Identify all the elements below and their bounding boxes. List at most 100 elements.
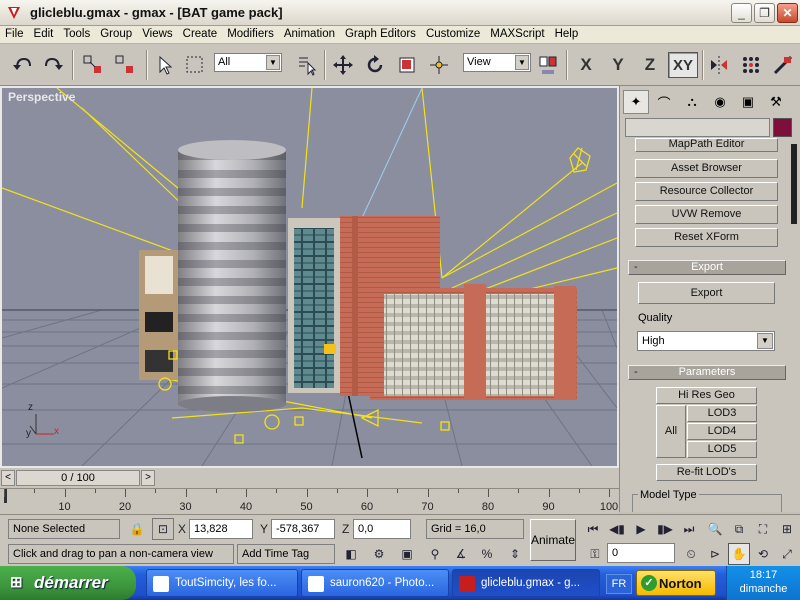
use-pivot-center-button[interactable]: [535, 50, 561, 80]
move-button[interactable]: [330, 50, 356, 80]
reset-xform-button[interactable]: Reset XForm: [635, 228, 778, 247]
angle-snap-button[interactable]: ∡: [450, 543, 472, 565]
zoom-button[interactable]: 🔍: [704, 518, 726, 540]
restrict-x-button[interactable]: X: [573, 52, 599, 78]
tab-modify[interactable]: ⌒: [651, 90, 677, 114]
lod4-button[interactable]: LOD4: [687, 423, 757, 440]
time-prev-button[interactable]: <: [1, 470, 15, 486]
previous-frame-button[interactable]: ◀▮: [606, 518, 628, 540]
scale-button[interactable]: [394, 50, 420, 80]
menu-maxscript[interactable]: MAXScript: [485, 26, 549, 43]
array-button[interactable]: [738, 50, 764, 80]
goto-end-button[interactable]: ⏭: [678, 518, 700, 540]
language-indicator[interactable]: FR: [606, 574, 632, 594]
menu-create[interactable]: Create: [178, 26, 223, 43]
menu-views[interactable]: Views: [137, 26, 177, 43]
menu-modifiers[interactable]: Modifiers: [222, 26, 279, 43]
rotate-button[interactable]: [362, 50, 388, 80]
key-mode-button[interactable]: ⚿: [584, 543, 606, 565]
time-slider-thumb[interactable]: 0 / 100: [16, 470, 140, 486]
fov-button[interactable]: ⊳: [704, 543, 726, 565]
menu-tools[interactable]: Tools: [58, 26, 95, 43]
next-frame-button[interactable]: ▮▶: [654, 518, 676, 540]
timeline-ruler[interactable]: 10 20 30 40 50 60 70 80 90 100: [0, 488, 619, 514]
menu-group[interactable]: Group: [95, 26, 137, 43]
menu-help[interactable]: Help: [550, 26, 584, 43]
animate-button[interactable]: Animate: [530, 519, 576, 561]
panel-scrollbar[interactable]: [791, 144, 797, 224]
reference-coordinate-dropdown[interactable]: View ▼: [463, 53, 531, 72]
lod5-button[interactable]: LOD5: [687, 441, 757, 458]
undo-button[interactable]: [10, 50, 36, 80]
resource-collector-button[interactable]: Resource Collector: [635, 182, 778, 201]
quality-dropdown[interactable]: High ▼: [637, 331, 775, 351]
export-button[interactable]: Export: [638, 282, 775, 304]
pivot-button[interactable]: [426, 50, 452, 80]
time-slider[interactable]: < 0 / 100 >: [0, 468, 619, 488]
hi-res-geo-button[interactable]: Hi Res Geo: [656, 387, 757, 404]
tab-display[interactable]: ▣: [735, 90, 761, 114]
absolute-mode-button[interactable]: ⊡: [152, 518, 174, 540]
menu-file[interactable]: File: [0, 26, 29, 43]
parameters-rollout-header[interactable]: - Parameters: [628, 365, 786, 380]
arc-rotate-button[interactable]: ⟲: [752, 543, 774, 565]
norton-button[interactable]: ✓ Norton: [636, 570, 716, 596]
play-button[interactable]: ▶: [630, 518, 652, 540]
zoom-extents-all-button[interactable]: ⊞: [776, 518, 798, 540]
asset-browser-button[interactable]: Asset Browser: [635, 159, 778, 178]
tab-hierarchy[interactable]: ⛬: [679, 90, 705, 114]
zoom-extents-button[interactable]: ⛶: [752, 518, 774, 540]
uvw-remove-button[interactable]: UVW Remove: [635, 205, 778, 224]
restrict-y-button[interactable]: Y: [605, 52, 631, 78]
selection-mode-button[interactable]: ⚙: [368, 543, 390, 565]
mirror-button[interactable]: [706, 50, 732, 80]
zoom-all-button[interactable]: ⧉: [728, 518, 750, 540]
tab-utilities[interactable]: ⚒: [763, 90, 789, 114]
lod3-button[interactable]: LOD3: [687, 405, 757, 422]
rectangular-selection-button[interactable]: [182, 50, 208, 80]
select-object-button[interactable]: [152, 50, 178, 80]
add-time-tag-button[interactable]: Add Time Tag: [237, 544, 335, 564]
select-and-link-button[interactable]: [80, 50, 106, 80]
current-frame-field[interactable]: 0: [607, 543, 675, 563]
close-button[interactable]: ✕: [777, 3, 798, 23]
unlink-button[interactable]: [112, 50, 138, 80]
task-photo[interactable]: sauron620 - Photo...: [301, 569, 449, 597]
start-button[interactable]: ⊞ démarrer: [0, 566, 136, 600]
maximize-viewport-button[interactable]: ⤢: [776, 543, 798, 565]
export-rollout-header[interactable]: - Export: [628, 260, 786, 275]
restrict-z-button[interactable]: Z: [637, 52, 663, 78]
z-coord-field[interactable]: 0,0: [353, 519, 411, 539]
object-color-swatch[interactable]: [773, 118, 792, 137]
spinner-snap-button[interactable]: ⇕: [504, 543, 526, 565]
object-name-field[interactable]: [625, 118, 770, 137]
menu-animation[interactable]: Animation: [279, 26, 340, 43]
refit-lods-button[interactable]: Re-fit LOD's: [656, 464, 757, 481]
y-coord-field[interactable]: -578,367: [271, 519, 335, 539]
restore-button[interactable]: ❐: [754, 3, 775, 23]
pan-button[interactable]: ✋: [728, 543, 750, 565]
clock-time[interactable]: 18:17: [727, 569, 800, 581]
redo-button[interactable]: [40, 50, 66, 80]
tab-motion[interactable]: ◉: [707, 90, 733, 114]
tab-create[interactable]: ✦: [623, 90, 649, 114]
wire-mode-button[interactable]: ▣: [396, 543, 418, 565]
percent-snap-button[interactable]: %: [476, 543, 498, 565]
task-gmax[interactable]: glicleblu.gmax - g...: [452, 569, 600, 597]
all-lods-button[interactable]: All: [656, 405, 686, 458]
snap-3d-button[interactable]: ⚲: [424, 543, 446, 565]
menu-edit[interactable]: Edit: [29, 26, 59, 43]
mappath-editor-button[interactable]: MapPath Editor: [635, 138, 778, 152]
x-coord-field[interactable]: 13,828: [189, 519, 253, 539]
perspective-viewport[interactable]: Perspective z y x: [0, 86, 619, 468]
lock-selection-button[interactable]: 🔒: [126, 518, 148, 540]
time-next-button[interactable]: >: [141, 470, 155, 486]
goto-start-button[interactable]: ⏮: [582, 518, 604, 540]
menu-customize[interactable]: Customize: [421, 26, 485, 43]
menu-graph-editors[interactable]: Graph Editors: [340, 26, 421, 43]
viewport-label[interactable]: Perspective: [8, 90, 75, 104]
time-config-button[interactable]: ⏲: [680, 543, 702, 565]
minimize-button[interactable]: _: [731, 3, 752, 23]
task-toutsimcity[interactable]: ToutSimcity, les fo...: [146, 569, 298, 597]
shaded-mode-button[interactable]: ◧: [340, 543, 362, 565]
